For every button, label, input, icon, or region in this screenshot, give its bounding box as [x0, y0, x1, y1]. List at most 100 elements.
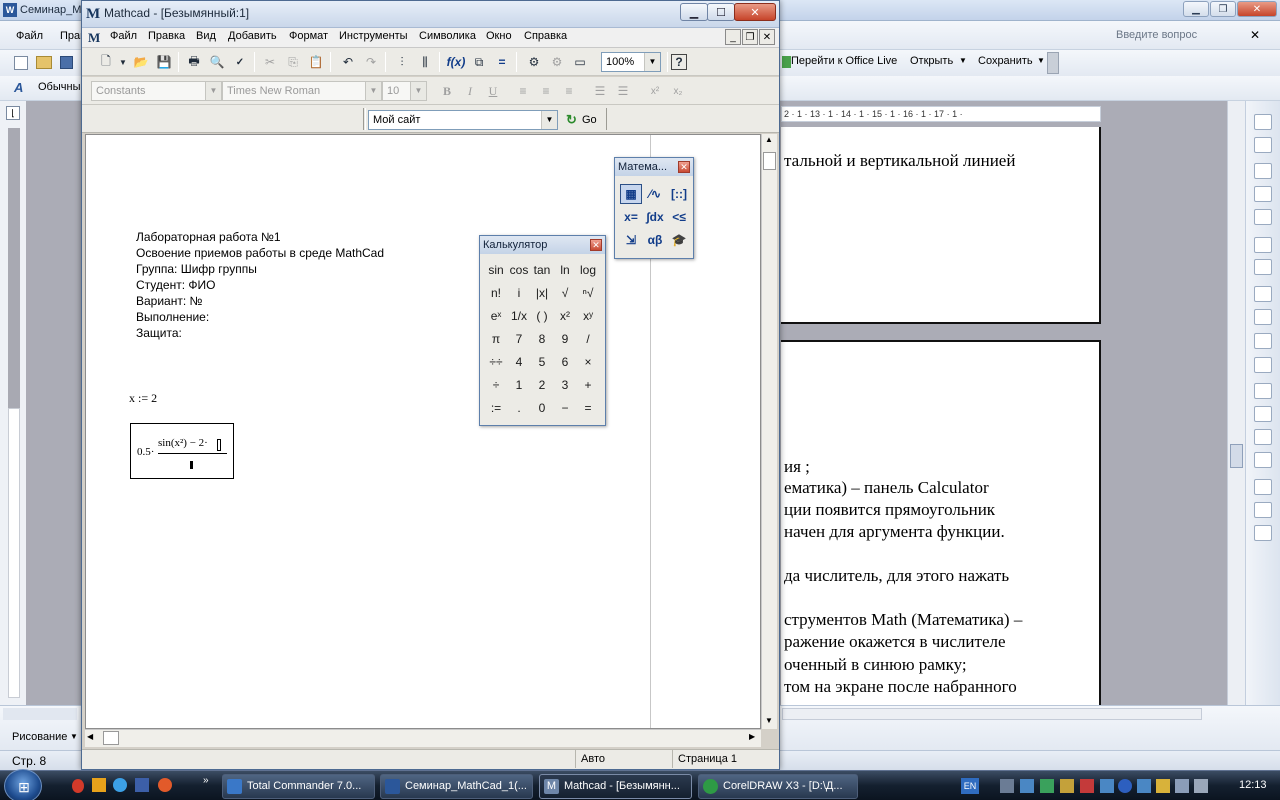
superscript-icon[interactable]: x²: [645, 81, 665, 101]
copy-icon[interactable]: ⎘: [283, 52, 303, 72]
network-icon[interactable]: [1000, 779, 1014, 793]
calc-key[interactable]: ÷÷: [485, 352, 507, 372]
math-palette-button[interactable]: [::]: [668, 184, 690, 204]
calc-key[interactable]: 0: [531, 398, 553, 418]
bold-icon[interactable]: B: [437, 81, 457, 101]
view-buttons[interactable]: [3, 708, 77, 720]
task-word[interactable]: Семинар_MathCad_1(...: [380, 774, 533, 799]
calc-key[interactable]: 1: [508, 375, 530, 395]
scroll-thumb[interactable]: [763, 152, 776, 170]
draw-menu[interactable]: Рисование: [12, 731, 67, 743]
toolbar-grip[interactable]: [363, 108, 366, 130]
tray-icon[interactable]: [1020, 779, 1034, 793]
subscript-icon[interactable]: x₂: [668, 81, 688, 101]
menu-view[interactable]: Вид: [196, 30, 216, 42]
word-save-icon[interactable]: [60, 56, 73, 69]
go-arrow-icon[interactable]: ↻: [566, 112, 577, 128]
bullets-icon[interactable]: ☰: [590, 81, 610, 101]
word-office-live-link[interactable]: Перейти к Office Live: [791, 55, 897, 67]
calculator-title[interactable]: Калькулятор: [480, 236, 605, 254]
word-close-button[interactable]: ✕: [1237, 1, 1277, 17]
word-restore-button[interactable]: ❐: [1210, 1, 1236, 17]
menu-help[interactable]: Справка: [524, 30, 567, 42]
calc-key[interactable]: eˣ: [485, 306, 507, 326]
menu-symbolics[interactable]: Символика: [419, 30, 476, 42]
scroll-up-icon[interactable]: ▲: [765, 135, 773, 144]
lines-icon[interactable]: [1254, 186, 1272, 202]
calc-key[interactable]: 1/x: [508, 306, 530, 326]
task-mathcad[interactable]: M Mathcad - [Безымянн...: [539, 774, 692, 799]
math-palette-button[interactable]: ⇲: [620, 230, 642, 250]
sort-icon[interactable]: [1254, 502, 1272, 518]
menu-file[interactable]: Файл: [110, 30, 137, 42]
cut-icon[interactable]: ✂: [260, 52, 280, 72]
numbering-icon[interactable]: ☰: [613, 81, 633, 101]
calc-key[interactable]: ×: [577, 352, 599, 372]
opera-icon[interactable]: [72, 779, 84, 793]
fill-icon[interactable]: [1254, 259, 1272, 275]
word-style-combo[interactable]: Обычны: [38, 81, 80, 93]
align-across-icon[interactable]: ⫶: [392, 52, 412, 72]
assignment-region[interactable]: x := 2: [129, 391, 157, 406]
calc-key[interactable]: 4: [508, 352, 530, 372]
math-palette-button[interactable]: ▦: [620, 184, 642, 204]
chevron-down-icon[interactable]: ▼: [541, 111, 557, 129]
word-open-menu[interactable]: Открыть: [910, 55, 953, 67]
ie-icon[interactable]: [113, 778, 127, 792]
bluetooth-icon[interactable]: [1118, 779, 1132, 793]
worksheet-vertical-scrollbar[interactable]: ▲ ▼: [761, 134, 777, 729]
scroll-left-icon[interactable]: ◀: [87, 732, 93, 741]
spell-check-icon[interactable]: ✓: [230, 52, 250, 72]
calc-key[interactable]: 3: [554, 375, 576, 395]
task-total-commander[interactable]: Total Commander 7.0...: [222, 774, 375, 799]
mathcad-maximize-button[interactable]: ☐: [707, 3, 735, 21]
chart-icon[interactable]: [1254, 429, 1272, 445]
scroll-right-icon[interactable]: ▶: [749, 732, 755, 741]
menu-edit[interactable]: Правка: [148, 30, 185, 42]
style-combo[interactable]: Constants ▼: [91, 81, 222, 101]
print-icon[interactable]: 🖶: [184, 52, 204, 72]
edit-icon[interactable]: [1254, 114, 1272, 130]
worksheet-horizontal-scrollbar[interactable]: ◀ ▶: [85, 729, 761, 747]
calc-key[interactable]: −: [554, 398, 576, 418]
calculator-close-button[interactable]: ✕: [590, 239, 602, 251]
volume-icon[interactable]: [1194, 779, 1208, 793]
print-preview-icon[interactable]: 🔍: [207, 52, 227, 72]
doc-close-button[interactable]: ✕: [759, 29, 775, 45]
calc-key[interactable]: 5: [531, 352, 553, 372]
word-horizontal-scrollbar[interactable]: [782, 708, 1202, 720]
font-combo[interactable]: Times New Roman ▼: [222, 81, 382, 101]
align-left-icon[interactable]: ≡: [513, 81, 533, 101]
site-combo[interactable]: Мой сайт ▼: [368, 110, 558, 130]
denominator-placeholder[interactable]: [190, 461, 193, 469]
calc-key[interactable]: 9: [554, 329, 576, 349]
insert-unit-icon[interactable]: ⧉: [469, 52, 489, 72]
calc-key[interactable]: ÷: [485, 375, 507, 395]
align-down-icon[interactable]: ⫼: [415, 52, 435, 72]
styles-icon[interactable]: A: [14, 80, 23, 95]
language-indicator[interactable]: EN: [961, 778, 979, 794]
chevron-down-icon[interactable]: ▼: [113, 52, 133, 72]
highlight-icon[interactable]: [1254, 209, 1272, 225]
help-icon[interactable]: ?: [671, 54, 687, 70]
chevron-down-icon[interactable]: ▼: [644, 53, 660, 71]
word-new-icon[interactable]: [14, 56, 28, 70]
calc-key[interactable]: 6: [554, 352, 576, 372]
lines-icon[interactable]: [1254, 452, 1272, 468]
expression-region[interactable]: 0.5· sin(x²) − 2·: [130, 423, 234, 479]
undo-icon[interactable]: ↶: [338, 52, 358, 72]
calc-key[interactable]: =: [577, 398, 599, 418]
go-button[interactable]: Go: [582, 114, 597, 126]
align-center-icon[interactable]: ≡: [536, 81, 556, 101]
word-menu-file[interactable]: Файл: [16, 30, 43, 42]
lines-icon[interactable]: [1254, 383, 1272, 399]
menu-window[interactable]: Окно: [486, 30, 512, 42]
calc-key[interactable]: π: [485, 329, 507, 349]
math-palette-button[interactable]: x=: [620, 207, 642, 227]
math-palette-button[interactable]: ⁄∿: [644, 184, 666, 204]
underline-icon[interactable]: U: [483, 81, 503, 101]
redo-icon[interactable]: ↷: [361, 52, 381, 72]
quicklaunch-more-icon[interactable]: »: [203, 775, 209, 786]
math-palette-button[interactable]: 🎓: [668, 230, 690, 250]
chevron-down-icon[interactable]: ▼: [410, 82, 426, 100]
